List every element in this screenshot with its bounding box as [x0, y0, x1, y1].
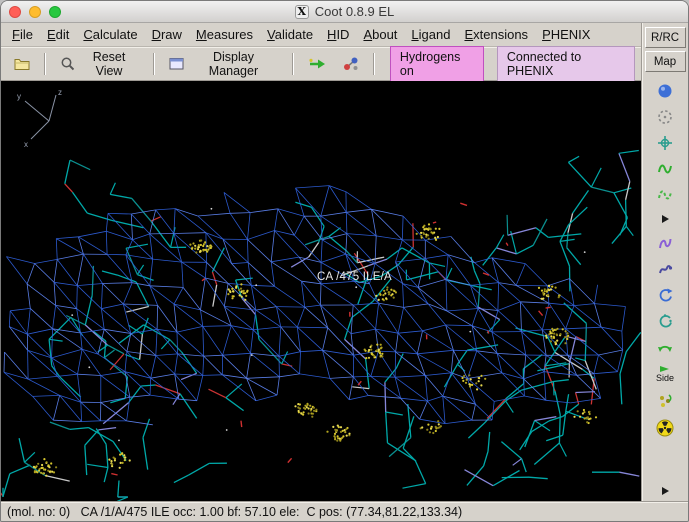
menu-bar: File Edit Calculate Draw Measures Valida…	[1, 23, 641, 47]
main-area: File Edit Calculate Draw Measures Valida…	[1, 23, 688, 501]
title-bar: X Coot 0.8.9 EL	[1, 1, 688, 23]
menu-validate[interactable]: Validate	[260, 24, 320, 45]
viewport[interactable]: z y x CA /475 ILE/A	[1, 81, 641, 501]
side-chain-flip-button[interactable]: Side	[656, 365, 674, 383]
refine-zone-icon	[658, 164, 672, 174]
minimize-button[interactable]	[29, 5, 41, 18]
auto-fit-rotamer-icon	[659, 238, 672, 249]
display-manager-label: Display Manager	[208, 49, 259, 78]
dashed-circle-icon	[658, 110, 672, 124]
edit-chi-angles-button[interactable]	[657, 287, 673, 303]
go-to-atom-arrow-icon	[309, 58, 325, 68]
reset-view-label: Reset View	[92, 49, 126, 78]
expander-button[interactable]	[659, 213, 671, 225]
axis-x-label: x	[24, 140, 28, 149]
torsion-general-button[interactable]	[657, 313, 673, 329]
radiation-button[interactable]	[656, 419, 674, 437]
title-group: X Coot 0.8.9 EL	[1, 4, 688, 19]
axes-indicator: z y x	[17, 88, 62, 149]
axis-z-label: z	[58, 88, 62, 97]
menu-extensions[interactable]: Extensions	[457, 24, 535, 45]
toolbar-separator	[44, 52, 46, 75]
go-to-atom-button[interactable]	[301, 53, 333, 75]
rotamers-button[interactable]	[657, 261, 673, 277]
expander-triangle-icon	[662, 215, 669, 223]
reset-view-button[interactable]: Reset View	[53, 46, 146, 82]
flip-peptide-button[interactable]	[657, 339, 673, 355]
x11-icon: X	[294, 4, 309, 19]
radiation-icon	[656, 419, 674, 437]
more-tools-button[interactable]	[659, 485, 671, 497]
sphere-icon	[658, 84, 672, 98]
right-toolbar: R/RC Map Side	[641, 23, 688, 501]
flip-peptide-icon	[658, 345, 672, 352]
hydrogens-badge[interactable]: Hydrogens on	[389, 45, 484, 82]
zoom-button[interactable]	[49, 5, 61, 18]
torsion-general-icon	[659, 314, 672, 328]
jiggle-fit-icon	[660, 394, 672, 407]
menu-about[interactable]: About	[356, 24, 404, 45]
toolbar: Reset View Display Manager Hydrogens on …	[1, 45, 641, 82]
atoms-icon	[343, 57, 358, 70]
regularize-zone-button[interactable]	[657, 187, 673, 203]
side-chain-flip-icon	[659, 366, 669, 372]
menu-measures[interactable]: Measures	[189, 24, 260, 45]
auto-fit-rotamer-button[interactable]	[657, 235, 673, 251]
menu-draw[interactable]: Draw	[145, 24, 189, 45]
side-chain-flip-label: Side	[655, 373, 674, 383]
rrc-button[interactable]: R/RC	[644, 27, 686, 48]
toolbar-separator	[152, 52, 155, 75]
left-column: File Edit Calculate Draw Measures Valida…	[1, 23, 641, 501]
display-manager-button[interactable]: Display Manager	[162, 46, 285, 82]
rotamers-icon	[659, 265, 673, 274]
map-button[interactable]: Map	[644, 51, 686, 72]
regularize-zone-icon	[658, 190, 672, 200]
atom-label: CA /475 ILE/A	[317, 271, 392, 283]
status-bar: (mol. no: 0) CA /1/A/475 ILE occ: 1.00 b…	[1, 501, 688, 521]
menu-phenix[interactable]: PHENIX	[535, 24, 597, 45]
jiggle-fit-button[interactable]	[657, 393, 673, 409]
window-title: Coot 0.8.9 EL	[314, 4, 395, 19]
atom-display-button[interactable]	[336, 52, 366, 76]
edit-chi-angles-icon	[659, 288, 673, 302]
magnifier-icon	[61, 57, 75, 71]
open-coordinates-button[interactable]	[7, 53, 37, 75]
sphere-button[interactable]	[657, 83, 673, 99]
sphere-refine-button[interactable]	[657, 109, 673, 125]
open-folder-icon	[14, 58, 30, 70]
coot-window: X Coot 0.8.9 EL File Edit Calculate Draw…	[0, 0, 689, 522]
status-text: (mol. no: 0) CA /1/A/475 ILE occ: 1.00 b…	[7, 504, 463, 519]
axis-y-label: y	[17, 92, 21, 101]
close-button[interactable]	[9, 5, 21, 18]
menu-edit[interactable]: Edit	[40, 24, 76, 45]
anchor-icon	[658, 136, 672, 150]
real-space-refine-button[interactable]	[657, 161, 673, 177]
gl-canvas[interactable]	[1, 81, 641, 501]
model-tool-column: Side	[642, 75, 688, 497]
phenix-status-badge[interactable]: Connected to PHENIX	[496, 45, 635, 82]
more-triangle-icon	[662, 487, 669, 495]
toolbar-separator	[291, 52, 294, 75]
toolbar-separator	[372, 52, 375, 75]
menu-ligand[interactable]: Ligand	[404, 24, 457, 45]
menu-calculate[interactable]: Calculate	[76, 24, 144, 45]
menu-file[interactable]: File	[5, 24, 40, 45]
display-manager-icon	[169, 57, 184, 69]
menu-hid[interactable]: HID	[320, 24, 356, 45]
anchor-button[interactable]	[657, 135, 673, 151]
